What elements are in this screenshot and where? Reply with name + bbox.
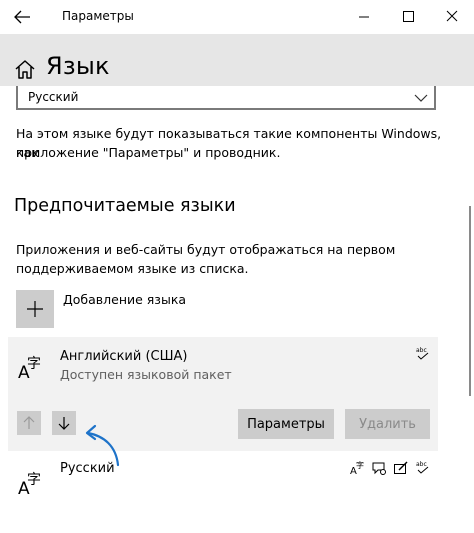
page-title: Язык	[46, 52, 110, 80]
scrollbar[interactable]	[466, 86, 474, 529]
minimize-icon[interactable]	[342, 0, 386, 34]
chevron-down-icon	[414, 90, 428, 104]
display-language-icon: A 字	[350, 460, 366, 477]
spelling-icon: abc	[415, 346, 431, 362]
window-title: Параметры	[62, 9, 134, 23]
svg-text:字: 字	[356, 460, 364, 470]
add-language-label[interactable]: Добавление языка	[63, 292, 186, 307]
close-icon[interactable]	[430, 0, 474, 34]
back-arrow-icon[interactable]	[10, 6, 34, 28]
plus-icon	[27, 301, 43, 317]
language-icon: A 字	[18, 352, 46, 383]
preferred-description-line1: Приложения и веб-сайты будут отображатьс…	[16, 242, 396, 257]
handwriting-icon	[393, 460, 409, 476]
section-heading: Предпочитаемые языки	[14, 196, 236, 216]
language-name: Английский (США)	[60, 349, 188, 364]
move-up-button[interactable]	[17, 411, 41, 435]
spelling-icon: abc	[415, 460, 431, 476]
svg-text:abc: abc	[416, 461, 427, 468]
language-status: Доступен языковой пакет	[60, 367, 232, 382]
svg-text:字: 字	[27, 356, 41, 372]
display-language-dropdown[interactable]: Русский	[16, 86, 436, 110]
add-language-button[interactable]	[16, 290, 54, 328]
dropdown-value: Русский	[28, 90, 79, 104]
language-icon: A 字	[18, 468, 46, 499]
remove-language-button[interactable]: Удалить	[345, 409, 430, 439]
language-options-button[interactable]: Параметры	[238, 409, 334, 439]
move-down-button[interactable]	[52, 411, 76, 435]
speech-icon	[371, 460, 387, 476]
svg-text:字: 字	[27, 472, 41, 488]
preferred-description-line2: поддерживаемом языке из списка.	[16, 261, 249, 276]
display-language-description-line2: приложение "Параметры" и проводник.	[16, 145, 281, 160]
title-bar: Параметры	[0, 0, 474, 34]
svg-text:abc: abc	[416, 347, 427, 354]
language-name[interactable]: Русский	[60, 461, 115, 476]
home-icon[interactable]	[14, 58, 36, 80]
maximize-icon[interactable]	[386, 0, 430, 34]
